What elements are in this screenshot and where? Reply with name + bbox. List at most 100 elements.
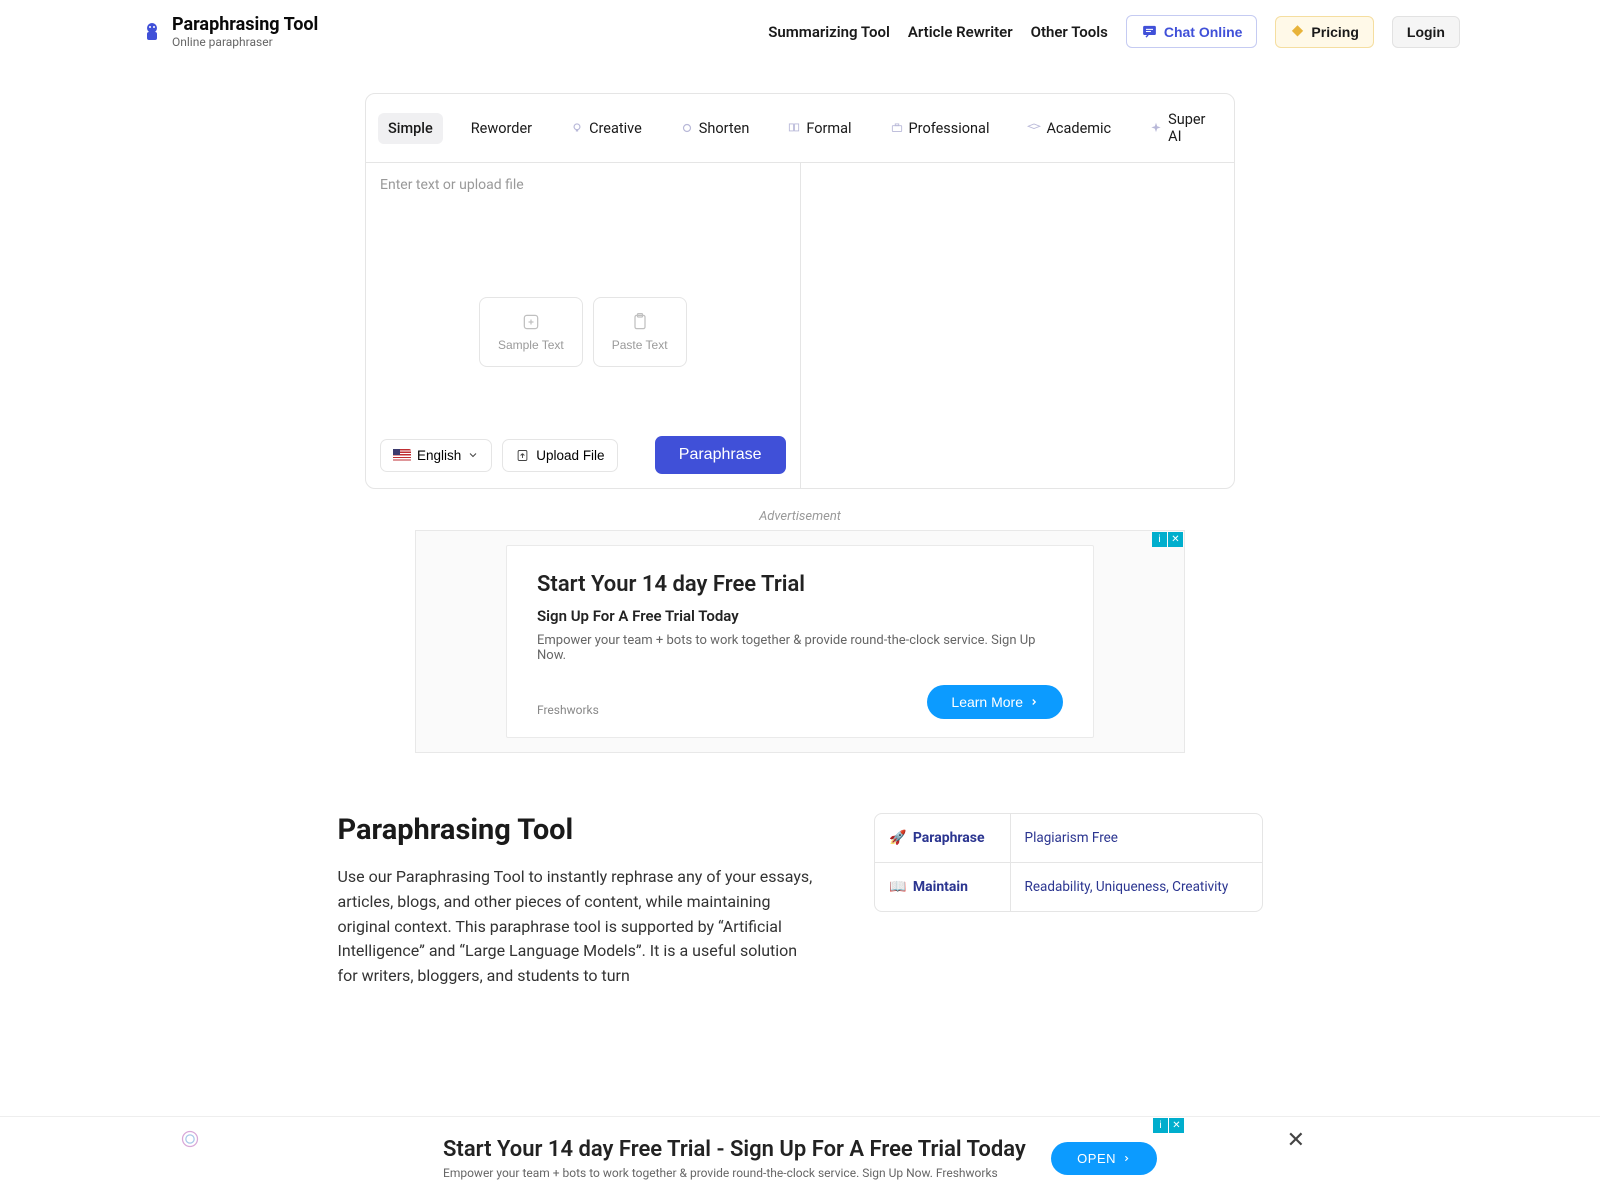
book-icon xyxy=(787,121,801,135)
upload-file-button[interactable]: Upload File xyxy=(502,439,617,472)
text-input[interactable] xyxy=(380,177,786,237)
tab-academic-label: Academic xyxy=(1046,120,1111,137)
feature-val: Readability, Uniqueness, Creativity xyxy=(1011,863,1262,911)
mode-tabs: Simple Reworder Creative Shorten Formal … xyxy=(366,94,1234,163)
feature-key-label: Paraphrase xyxy=(913,830,985,846)
tab-professional-label: Professional xyxy=(909,120,990,137)
ad-title: Start Your 14 day Free Trial xyxy=(537,572,1063,597)
sample-text-label: Sample Text xyxy=(498,338,564,352)
feature-key-label: Maintain xyxy=(913,879,968,895)
feature-key: 🚀 Paraphrase xyxy=(875,814,1010,862)
bottom-ad-open-button[interactable]: OPEN xyxy=(1051,1142,1157,1175)
bottom-ad-dismiss-button[interactable]: ✕ xyxy=(1287,1127,1305,1153)
language-select[interactable]: English xyxy=(380,439,492,472)
ad-info-icon[interactable]: i xyxy=(1153,1118,1168,1133)
bottom-ad-description: Empower your team + bots to work togethe… xyxy=(443,1166,1051,1180)
chevron-right-icon xyxy=(1122,1154,1131,1163)
bottom-ad-cta-label: OPEN xyxy=(1077,1151,1116,1166)
paste-text-button[interactable]: Paste Text xyxy=(593,297,687,367)
swirl-logo-icon xyxy=(180,1129,200,1149)
bottom-ad-badge: i ✕ xyxy=(1153,1118,1184,1133)
tab-superai-label: Super AI xyxy=(1168,111,1212,145)
feature-val: Plagiarism Free xyxy=(1011,814,1262,862)
ad-close-icon[interactable]: ✕ xyxy=(1169,1118,1184,1133)
tab-reworder[interactable]: Reworder xyxy=(461,113,542,144)
nav-summarizing[interactable]: Summarizing Tool xyxy=(768,23,890,41)
input-panel: Sample Text Paste Text English Upload Fi… xyxy=(366,163,801,488)
upload-label: Upload File xyxy=(536,448,604,463)
logo-subtitle: Online paraphraser xyxy=(172,35,318,49)
ad-label: Advertisement xyxy=(0,509,1600,524)
output-panel xyxy=(801,163,1235,488)
paraphrase-tool: Simple Reworder Creative Shorten Formal … xyxy=(365,93,1235,489)
pricing-label: Pricing xyxy=(1311,24,1358,40)
page-title: Paraphrasing Tool xyxy=(338,813,815,847)
logo-title: Paraphrasing Tool xyxy=(172,14,318,35)
tab-formal-label: Formal xyxy=(806,120,851,137)
tab-reworder-label: Reworder xyxy=(471,120,532,137)
chevron-down-icon xyxy=(467,449,479,461)
plus-square-icon xyxy=(521,312,541,332)
tab-shorten-label: Shorten xyxy=(699,120,750,137)
tab-superai[interactable]: Super AI xyxy=(1139,104,1222,152)
briefcase-icon xyxy=(890,121,904,135)
robot-logo-icon xyxy=(140,20,164,44)
logo[interactable]: Paraphrasing Tool Online paraphraser xyxy=(140,14,318,49)
language-label: English xyxy=(417,448,461,463)
login-button[interactable]: Login xyxy=(1392,16,1460,48)
chat-online-button[interactable]: Chat Online xyxy=(1126,15,1258,48)
nav-rewriter[interactable]: Article Rewriter xyxy=(908,23,1013,41)
feature-table: 🚀 Paraphrase Plagiarism Free 📖 Maintain Re… xyxy=(874,813,1262,912)
tab-academic[interactable]: Academic xyxy=(1017,113,1121,144)
ad-subtitle: Sign Up For A Free Trial Today xyxy=(537,607,1063,625)
advertisement-box: i ✕ Start Your 14 day Free Trial Sign Up… xyxy=(415,530,1185,753)
bottom-ad-title: Start Your 14 day Free Trial - Sign Up F… xyxy=(443,1137,1051,1162)
pricing-button[interactable]: Pricing xyxy=(1275,16,1373,48)
tab-shorten[interactable]: Shorten xyxy=(670,113,760,144)
book-open-icon: 📖 xyxy=(889,879,906,895)
paste-text-label: Paste Text xyxy=(612,338,668,352)
us-flag-icon xyxy=(393,449,411,462)
tab-simple-label: Simple xyxy=(388,120,433,137)
page-description: Use our Paraphrasing Tool to instantly r… xyxy=(338,865,815,989)
clipboard-icon xyxy=(630,312,650,332)
table-row: 📖 Maintain Readability, Uniqueness, Creat… xyxy=(875,863,1261,911)
site-header: Paraphrasing Tool Online paraphraser Sum… xyxy=(0,0,1600,63)
content-text-area: Paraphrasing Tool Use our Paraphrasing T… xyxy=(338,813,815,989)
chevron-right-icon xyxy=(1029,697,1039,707)
tab-simple[interactable]: Simple xyxy=(378,113,443,144)
paraphrase-button[interactable]: Paraphrase xyxy=(655,436,786,474)
helper-buttons: Sample Text Paste Text xyxy=(380,297,786,367)
ad-description: Empower your team + bots to work togethe… xyxy=(537,633,1063,663)
chat-label: Chat Online xyxy=(1164,24,1243,40)
rocket-icon: 🚀 xyxy=(889,830,906,846)
compress-icon xyxy=(680,121,694,135)
ad-info-icon[interactable]: i xyxy=(1152,532,1167,547)
bottom-ad-text: Start Your 14 day Free Trial - Sign Up F… xyxy=(443,1137,1051,1180)
main-nav: Summarizing Tool Article Rewriter Other … xyxy=(768,15,1460,48)
table-row: 🚀 Paraphrase Plagiarism Free xyxy=(875,814,1261,863)
tab-creative[interactable]: Creative xyxy=(560,113,652,144)
content-section: Paraphrasing Tool Use our Paraphrasing T… xyxy=(328,813,1273,989)
editor-panels: Sample Text Paste Text English Upload Fi… xyxy=(366,163,1234,488)
ad-cta-label: Learn More xyxy=(951,694,1023,710)
feature-key: 📖 Maintain xyxy=(875,863,1010,911)
input-bottom-bar: English Upload File Paraphrase xyxy=(380,422,786,474)
sample-text-button[interactable]: Sample Text xyxy=(479,297,583,367)
ad-content[interactable]: Start Your 14 day Free Trial Sign Up For… xyxy=(506,545,1094,738)
ad-badge: i ✕ xyxy=(1152,532,1183,547)
bottom-ad-bar: i ✕ Start Your 14 day Free Trial - Sign … xyxy=(0,1116,1600,1200)
nav-other-tools[interactable]: Other Tools xyxy=(1031,23,1108,41)
sparkle-icon xyxy=(1149,121,1163,135)
ad-close-icon[interactable]: ✕ xyxy=(1168,532,1183,547)
ad-learn-more-button[interactable]: Learn More xyxy=(927,685,1063,719)
graduation-icon xyxy=(1027,121,1041,135)
bottom-ad-content[interactable]: i ✕ Start Your 14 day Free Trial - Sign … xyxy=(415,1117,1185,1200)
tab-creative-label: Creative xyxy=(589,120,642,137)
bulb-icon xyxy=(570,121,584,135)
chat-icon xyxy=(1141,23,1158,40)
tab-professional[interactable]: Professional xyxy=(880,113,1000,144)
tag-icon xyxy=(1290,24,1305,39)
tab-formal[interactable]: Formal xyxy=(777,113,861,144)
upload-icon xyxy=(515,448,530,463)
